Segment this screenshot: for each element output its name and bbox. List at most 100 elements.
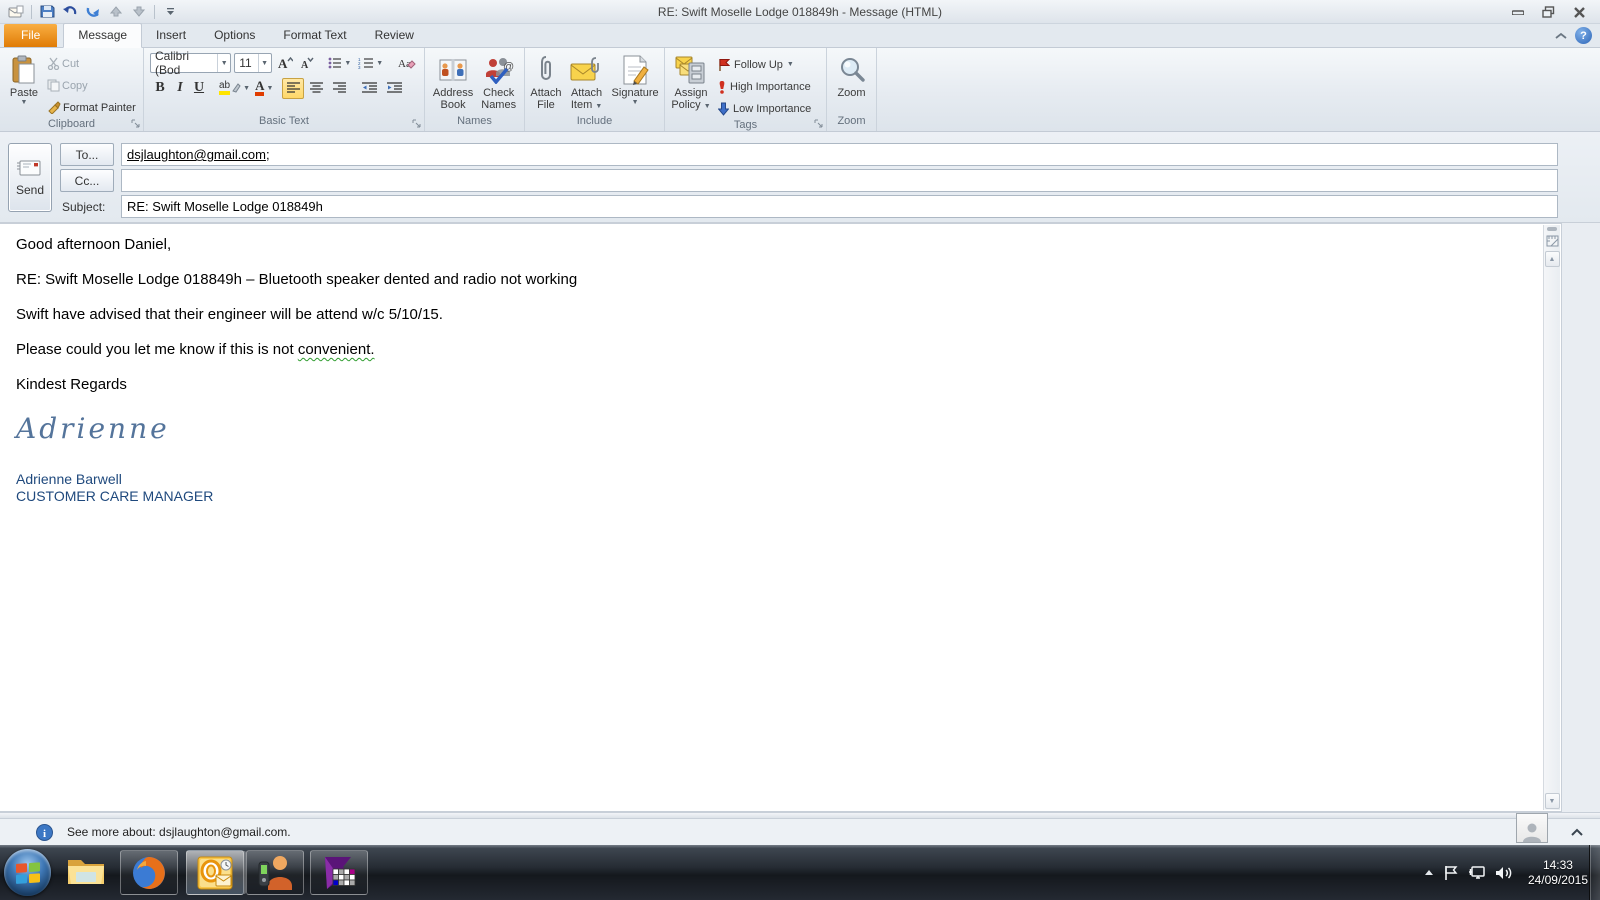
taskbar-firefox-button[interactable] <box>120 850 178 895</box>
font-name-combo[interactable]: Calibri (Bod ▼ <box>150 49 232 77</box>
increase-indent-button[interactable] <box>382 78 406 99</box>
cc-field[interactable] <box>121 169 1558 192</box>
zoom-button[interactable]: Zoom <box>834 51 868 115</box>
numbering-dropdown-icon: ▼ <box>376 59 384 67</box>
scroll-down-button[interactable]: ▼ <box>1544 793 1560 809</box>
shrink-font-button[interactable]: A <box>298 53 316 74</box>
highlight-pen-icon <box>232 82 241 93</box>
assign-policy-icon <box>675 53 707 87</box>
restore-button[interactable] <box>1534 3 1563 21</box>
high-importance-button[interactable]: High Importance <box>718 76 811 97</box>
customize-qat-icon[interactable] <box>160 3 180 21</box>
decrease-indent-button[interactable] <box>357 78 381 99</box>
chevron-up-icon <box>1571 828 1583 836</box>
firefox-icon <box>133 856 165 889</box>
people-pane-splitter[interactable] <box>0 812 1600 819</box>
save-button[interactable] <box>37 3 57 21</box>
clipboard-dialog-launcher-icon[interactable] <box>131 119 141 129</box>
qat-separator <box>31 4 32 19</box>
numbering-icon: 123 <box>358 57 374 69</box>
next-item-icon[interactable] <box>129 3 149 21</box>
copy-button[interactable]: Copy <box>45 75 138 96</box>
scroll-up-button[interactable]: ▲ <box>1544 251 1560 267</box>
font-size-combo[interactable]: 11 ▼ <box>234 53 272 73</box>
minimize-ribbon-icon[interactable] <box>1555 29 1567 43</box>
increase-indent-icon <box>386 82 402 93</box>
person-phone-icon <box>258 855 292 890</box>
group-tags: Assign Policy ▼ Follow Up ▼ High Importa… <box>665 48 827 131</box>
italic-button[interactable]: I <box>171 78 189 99</box>
decrease-indent-icon <box>361 82 377 93</box>
message-body-editor[interactable]: Good afternoon Daniel, RE: Swift Moselle… <box>0 223 1562 812</box>
send-button[interactable]: Send <box>8 143 52 212</box>
tab-insert[interactable]: Insert <box>142 24 200 47</box>
text-highlight-button[interactable]: ab ▼ <box>217 78 252 99</box>
low-importance-icon <box>718 102 729 116</box>
align-center-button[interactable] <box>305 78 327 99</box>
volume-button[interactable] <box>1495 865 1513 881</box>
numbering-button[interactable]: 123 ▼ <box>356 53 385 74</box>
close-button[interactable] <box>1565 3 1594 21</box>
svg-text:A: A <box>301 60 309 70</box>
cut-button[interactable]: Cut <box>45 53 138 74</box>
check-names-button[interactable]: @ Check Names <box>478 51 519 115</box>
view-ruler-button[interactable] <box>1545 233 1560 248</box>
message-header: Send To... dsjlaughton@gmail.com; Cc... … <box>0 132 1600 223</box>
taskbar-explorer-button[interactable] <box>64 852 108 890</box>
people-pane-collapse-button[interactable] <box>1568 823 1586 841</box>
tab-file[interactable]: File <box>4 24 58 47</box>
taskbar-clock[interactable]: 14:33 24/09/2015 <box>1528 858 1588 888</box>
undo-button[interactable] <box>60 3 80 21</box>
start-button[interactable] <box>4 849 51 896</box>
help-button[interactable]: ? <box>1575 27 1592 44</box>
align-right-button[interactable] <box>328 78 350 99</box>
grow-font-button[interactable]: A <box>275 53 295 74</box>
to-field[interactable]: dsjlaughton@gmail.com; <box>121 143 1558 166</box>
minimize-button[interactable] <box>1503 3 1532 21</box>
attach-file-button[interactable]: Attach File <box>527 51 564 115</box>
taskbar-grid-app-button[interactable] <box>310 850 368 895</box>
attach-item-button[interactable]: Attach Item ▼ <box>567 51 607 115</box>
subject-field[interactable]: RE: Swift Moselle Lodge 018849h <box>121 195 1558 218</box>
address-book-button[interactable]: Address Book <box>430 51 476 115</box>
tags-dialog-launcher-icon[interactable] <box>814 119 824 129</box>
redo-button[interactable] <box>83 3 103 21</box>
font-color-button[interactable]: A ▼ <box>253 78 275 99</box>
people-pane-bar[interactable]: i See more about: dsjlaughton@gmail.com. <box>0 813 1600 845</box>
info-icon: i <box>36 823 53 841</box>
follow-up-button[interactable]: Follow Up ▼ <box>718 54 811 75</box>
format-painter-button[interactable]: Format Painter <box>45 97 138 118</box>
tab-format-text[interactable]: Format Text <box>269 24 360 47</box>
previous-item-icon[interactable] <box>106 3 126 21</box>
bullets-button[interactable]: ▼ <box>326 53 353 74</box>
signature-button[interactable]: Signature ▼ <box>609 51 662 115</box>
tab-options[interactable]: Options <box>200 24 269 47</box>
basic-text-dialog-launcher-icon[interactable] <box>412 119 422 129</box>
tab-review[interactable]: Review <box>361 24 428 47</box>
taskbar-contacts-app-button[interactable] <box>246 850 304 895</box>
to-button[interactable]: To... <box>60 143 114 166</box>
svg-text:3: 3 <box>358 65 361 69</box>
align-left-button[interactable] <box>282 77 305 99</box>
contact-avatar[interactable] <box>1516 813 1548 843</box>
paste-button[interactable]: Paste ▼ <box>3 51 45 118</box>
bullets-icon <box>328 57 342 69</box>
show-desktop-button[interactable] <box>1589 845 1600 900</box>
network-button[interactable] <box>1468 865 1486 881</box>
message-icon[interactable] <box>6 3 26 21</box>
show-hidden-icons-button[interactable] <box>1424 869 1434 876</box>
body-paragraph: Swift have advised that their engineer w… <box>16 306 443 323</box>
action-center-button[interactable] <box>1443 865 1459 881</box>
underline-button[interactable]: U <box>190 78 210 99</box>
taskbar-outlook-button[interactable] <box>186 850 244 895</box>
tab-message[interactable]: Message <box>63 23 143 48</box>
cc-button[interactable]: Cc... <box>60 169 114 192</box>
vertical-scrollbar[interactable]: ▲ ▼ <box>1543 225 1560 810</box>
low-importance-button[interactable]: Low Importance <box>718 98 811 119</box>
bold-button[interactable]: B <box>150 78 170 99</box>
assign-policy-button[interactable]: Assign Policy ▼ <box>668 51 714 119</box>
attach-item-icon <box>570 53 604 87</box>
address-book-icon <box>437 53 469 87</box>
clear-formatting-button[interactable]: Aa <box>396 53 418 74</box>
split-handle[interactable] <box>1547 227 1557 231</box>
